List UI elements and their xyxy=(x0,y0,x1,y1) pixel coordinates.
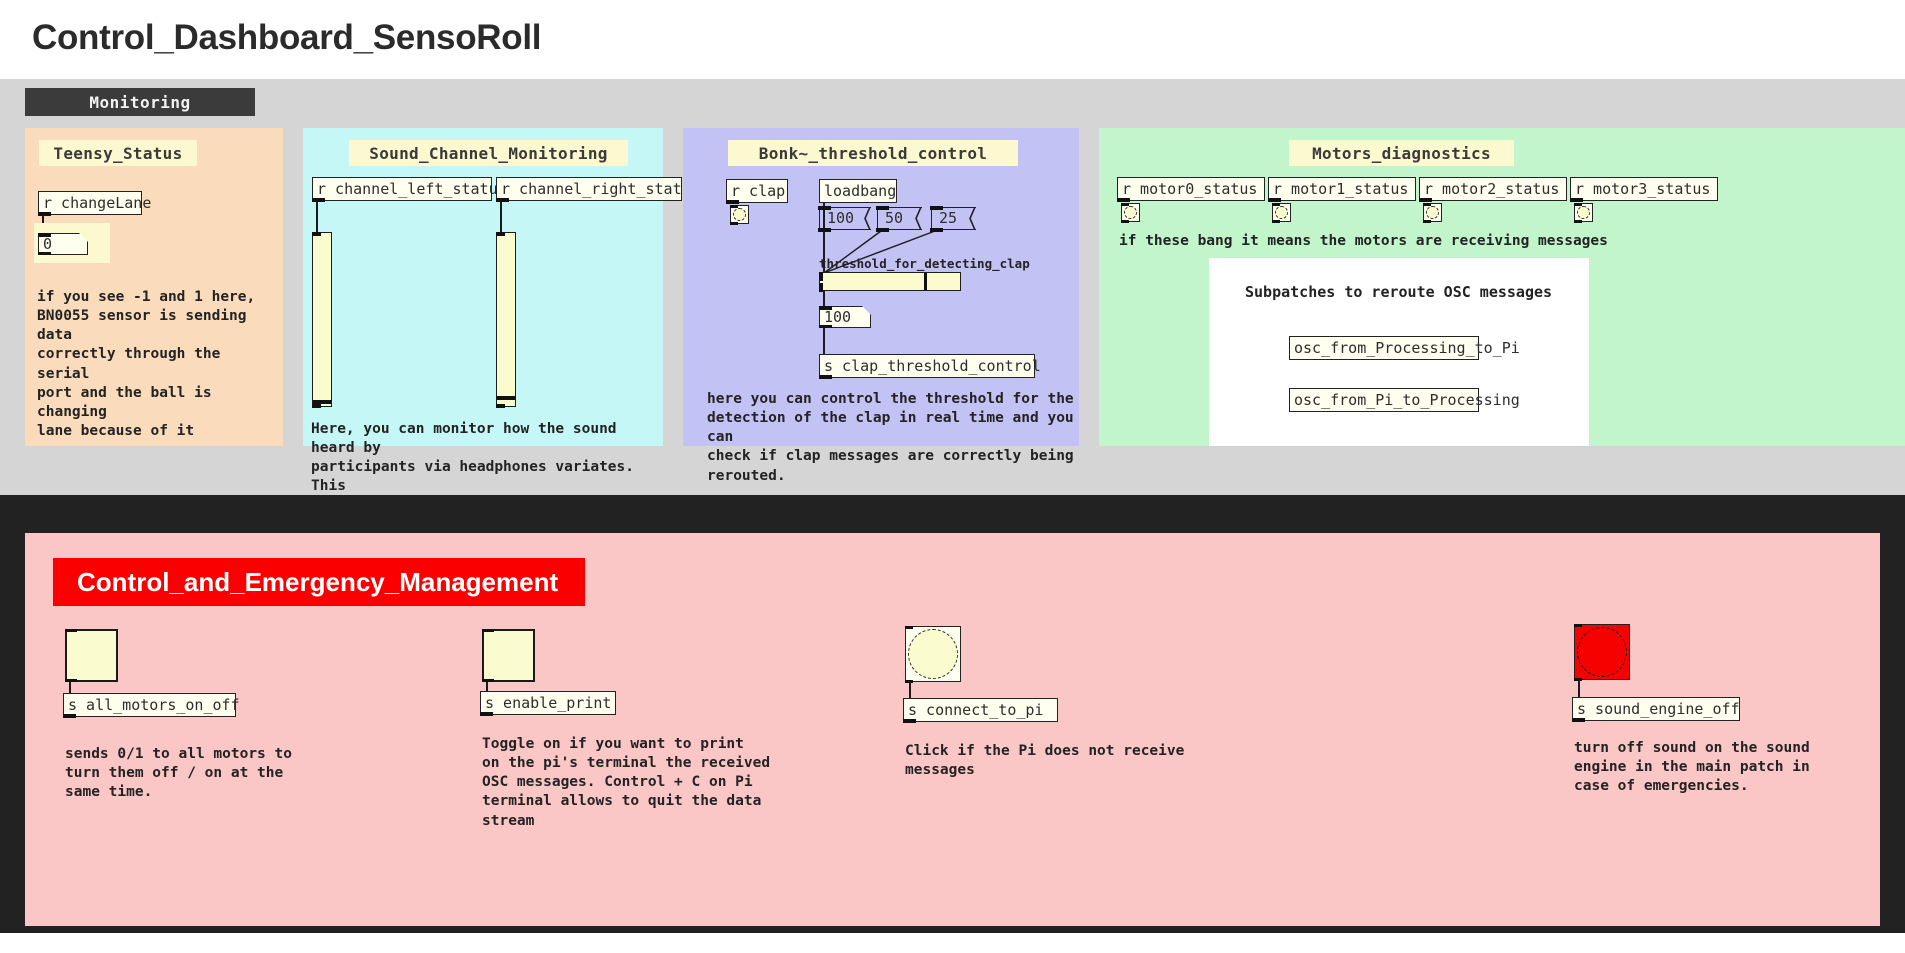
receive-motor2-status-object[interactable]: r motor2_status xyxy=(1418,177,1567,202)
panel-bonk-threshold-control: Bonk~_threshold_control r clap loadbang … xyxy=(683,128,1079,484)
bang-circle xyxy=(733,208,746,221)
slider-knob xyxy=(313,400,331,404)
comment-sound-engine-off: turn off sound on the sound engine in th… xyxy=(1574,740,1810,795)
receive-clap-object[interactable]: r clap xyxy=(725,179,788,204)
pd-patch-window: Control_Dashboard_SensoRoll Monitoring T… xyxy=(0,0,1905,953)
bang-circle xyxy=(1577,627,1627,677)
emergency-region: Control_and_Emergency_Management s all_m… xyxy=(0,533,1905,933)
panel-title-motors: Motors_diagnostics xyxy=(1289,140,1514,166)
receive-motor0-status-object[interactable]: r motor0_status xyxy=(1116,177,1265,202)
bang-circle xyxy=(1577,206,1590,219)
section-separator xyxy=(0,495,1905,533)
slider-clap-threshold[interactable] xyxy=(818,271,961,292)
slider-channel-right[interactable] xyxy=(495,231,516,408)
bang-motor2-indicator[interactable] xyxy=(1422,202,1442,223)
message-label: 25 xyxy=(939,209,958,227)
panel-title-bonk: Bonk~_threshold_control xyxy=(728,140,1018,166)
send-clap-threshold-control-object[interactable]: s clap_threshold_control xyxy=(818,354,1041,379)
panel-title-emergency: Control_and_Emergency_Management xyxy=(53,558,585,606)
bang-sound-engine-off[interactable] xyxy=(1573,623,1630,681)
message-flag-icon xyxy=(966,207,976,230)
panel-motors-diagnostics: Motors_diagnostics r motor0_status r mot… xyxy=(1099,128,1905,446)
message-box-100[interactable]: 100 xyxy=(817,205,871,232)
subpatch-canvas: Subpatches to reroute OSC messages osc_f… xyxy=(1209,258,1589,446)
loadbang-object[interactable]: loadbang xyxy=(819,179,897,203)
message-box-50[interactable]: 50 xyxy=(875,205,922,232)
toggle-enable-print[interactable] xyxy=(482,629,535,682)
tab-monitoring[interactable]: Monitoring xyxy=(25,88,255,116)
message-box-25[interactable]: 25 xyxy=(929,205,976,232)
receive-channel-right-status-object[interactable]: r channel_right_status xyxy=(495,177,700,202)
window-titlebar: Control_Dashboard_SensoRoll xyxy=(0,0,1905,79)
receive-motor1-status-object[interactable]: r motor1_status xyxy=(1267,177,1416,202)
slider-channel-left[interactable] xyxy=(311,231,332,408)
send-all-motors-on-off-object[interactable]: s all_motors_on_off xyxy=(62,693,240,718)
send-sound-engine-off-object[interactable]: s sound_engine_off xyxy=(1571,697,1740,722)
panel-title-sound: Sound_Channel_Monitoring xyxy=(349,140,628,166)
message-label: 100 xyxy=(827,209,855,227)
send-enable-print-object[interactable]: s enable_print xyxy=(479,691,616,716)
bang-motor3-indicator[interactable] xyxy=(1573,202,1593,223)
message-flag-icon xyxy=(912,207,922,230)
bang-circle xyxy=(908,629,958,679)
comment-teensy: if you see -1 and 1 here, BN0055 sensor … xyxy=(37,289,256,439)
send-connect-to-pi-object[interactable]: s connect_to_pi xyxy=(902,698,1058,723)
subpatch-heading: Subpatches to reroute OSC messages xyxy=(1245,283,1553,301)
comment-connect-to-pi: Click if the Pi does not receive message… xyxy=(905,743,1185,779)
toggle-all-motors-on-off[interactable] xyxy=(65,629,118,682)
number-box-threshold[interactable]: 100 xyxy=(819,306,871,328)
bang-motor1-indicator[interactable] xyxy=(1271,202,1291,223)
comment-motors: if these bang it means the motors are re… xyxy=(1119,233,1608,249)
comment-bonk: here you can control the threshold for t… xyxy=(707,391,1074,484)
monitoring-region: Monitoring Teensy_Status r changeLane 0 … xyxy=(0,79,1905,571)
bang-circle xyxy=(1275,206,1288,219)
number-box-changelane[interactable]: 0 xyxy=(38,233,88,255)
slider-knob xyxy=(924,273,927,290)
patch-cord xyxy=(316,201,318,233)
label-threshold-slider: threshold_for_detecting_clap xyxy=(819,256,1030,271)
patch-cord xyxy=(500,201,502,233)
receive-motor3-status-object[interactable]: r motor3_status xyxy=(1569,177,1718,202)
subpatch-osc-from-processing-to-pi[interactable]: osc_from_Processing_to_Pi xyxy=(1289,336,1520,360)
slider-knob xyxy=(497,396,515,400)
panel-control-and-emergency-management: Control_and_Emergency_Management s all_m… xyxy=(25,533,1880,926)
message-flag-icon xyxy=(861,207,871,230)
bang-circle xyxy=(1124,206,1137,219)
receive-changelane-object[interactable]: r changeLane xyxy=(37,191,151,216)
bang-connect-to-pi[interactable] xyxy=(904,625,961,683)
comment-all-motors: sends 0/1 to all motors to turn them off… xyxy=(65,746,292,801)
bang-circle xyxy=(1426,206,1439,219)
receive-channel-left-status-object[interactable]: r channel_left_status xyxy=(311,177,507,202)
panel-teensy-status: Teensy_Status r changeLane 0 if you see … xyxy=(25,128,283,446)
bang-motor0-indicator[interactable] xyxy=(1120,202,1140,223)
comment-enable-print: Toggle on if you want to print on the pi… xyxy=(482,736,771,829)
subpatch-osc-from-pi-to-processing[interactable]: osc_from_Pi_to_Processing xyxy=(1289,388,1520,412)
page-title: Control_Dashboard_SensoRoll xyxy=(32,18,542,57)
panel-sound-channel-monitoring: Sound_Channel_Monitoring r channel_left_… xyxy=(303,128,700,571)
panel-title-teensy: Teensy_Status xyxy=(39,140,197,166)
message-label: 50 xyxy=(885,209,904,227)
bang-clap-indicator[interactable] xyxy=(729,204,749,225)
